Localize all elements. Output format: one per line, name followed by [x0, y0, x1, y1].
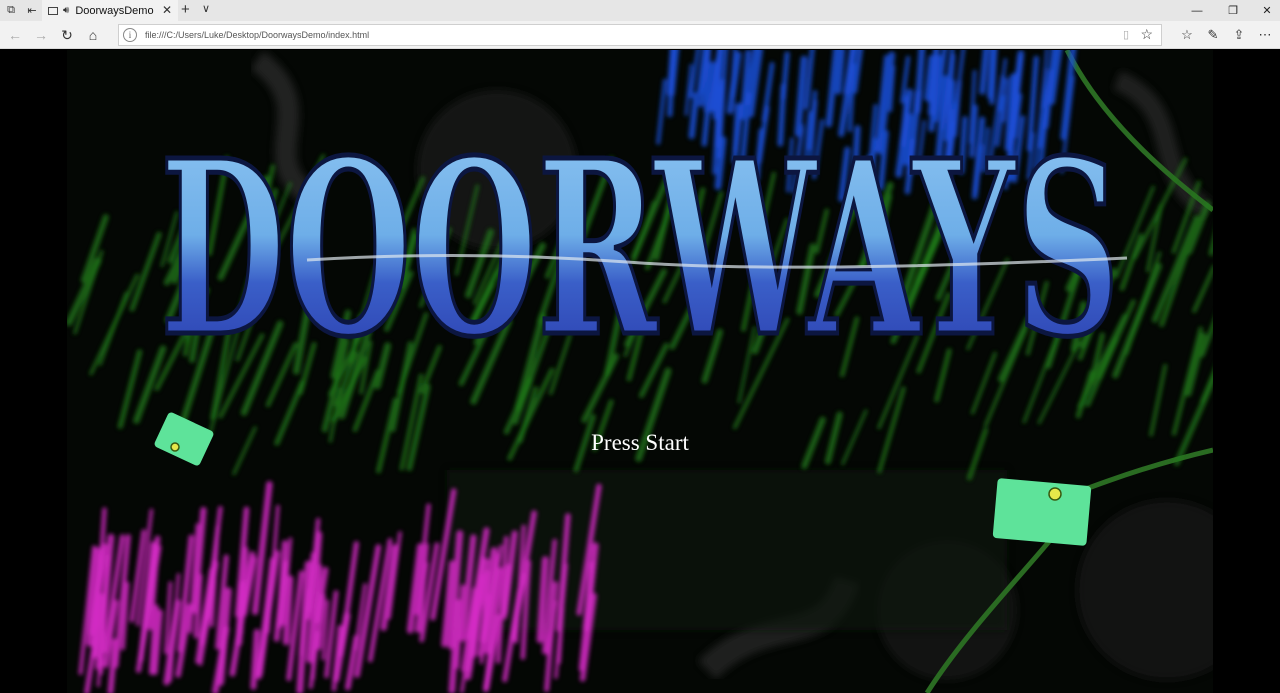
tab-title: DoorwaysDemo: [75, 4, 154, 17]
refresh-icon[interactable]: ↻: [56, 25, 78, 45]
page-viewport: DOORWAYS Press Start: [0, 50, 1280, 693]
door-block-right: [992, 478, 1092, 546]
close-window-button[interactable]: ✕: [1250, 0, 1280, 21]
minimize-button[interactable]: —: [1180, 0, 1214, 21]
svg-text:DOORWAYS: DOORWAYS: [160, 108, 1120, 390]
reading-view-icon[interactable]: ▯: [1123, 28, 1129, 41]
favorites-list-icon[interactable]: ☆: [1176, 25, 1198, 45]
speaker-icon[interactable]: 🔊︎: [63, 5, 69, 16]
tab-preview-icon[interactable]: ⧉: [0, 0, 22, 21]
restore-button[interactable]: ❐: [1216, 0, 1250, 21]
close-icon[interactable]: ✕: [162, 3, 172, 17]
press-start-prompt[interactable]: Press Start: [67, 430, 1213, 456]
address-bar[interactable]: i file:///C:/Users/Luke/Desktop/Doorways…: [118, 24, 1162, 46]
set-aside-tabs-icon[interactable]: ⇤: [21, 0, 43, 21]
pen-icon[interactable]: ✎: [1202, 25, 1224, 45]
arrow-left-icon[interactable]: ←: [4, 25, 26, 45]
page-icon: [48, 6, 58, 15]
plus-icon[interactable]: +: [181, 1, 190, 18]
star-icon[interactable]: ☆: [1140, 26, 1153, 43]
tab-strip: ⧉ ⇤ 🔊︎ DoorwaysDemo ✕ + ∨ — ❐ ✕: [0, 0, 1280, 21]
browser-toolbar: ← → ↻ ⌂ i file:///C:/Users/Luke/Desktop/…: [0, 21, 1280, 49]
home-icon[interactable]: ⌂: [82, 25, 104, 45]
doorways-logo: DOORWAYS: [158, 106, 1128, 393]
info-icon[interactable]: i: [123, 28, 137, 42]
ellipsis-icon[interactable]: ⋯: [1254, 25, 1276, 45]
address-url[interactable]: file:///C:/Users/Luke/Desktop/DoorwaysDe…: [145, 30, 369, 40]
title-screen-art: DOORWAYS: [67, 50, 1213, 693]
tab-doorwaysdemo[interactable]: 🔊︎ DoorwaysDemo ✕: [42, 0, 178, 21]
share-icon[interactable]: ⇪: [1228, 25, 1250, 45]
game-canvas[interactable]: DOORWAYS Press Start: [67, 50, 1213, 693]
arrow-right-icon[interactable]: →: [30, 25, 52, 45]
chevron-down-icon[interactable]: ∨: [202, 2, 210, 15]
